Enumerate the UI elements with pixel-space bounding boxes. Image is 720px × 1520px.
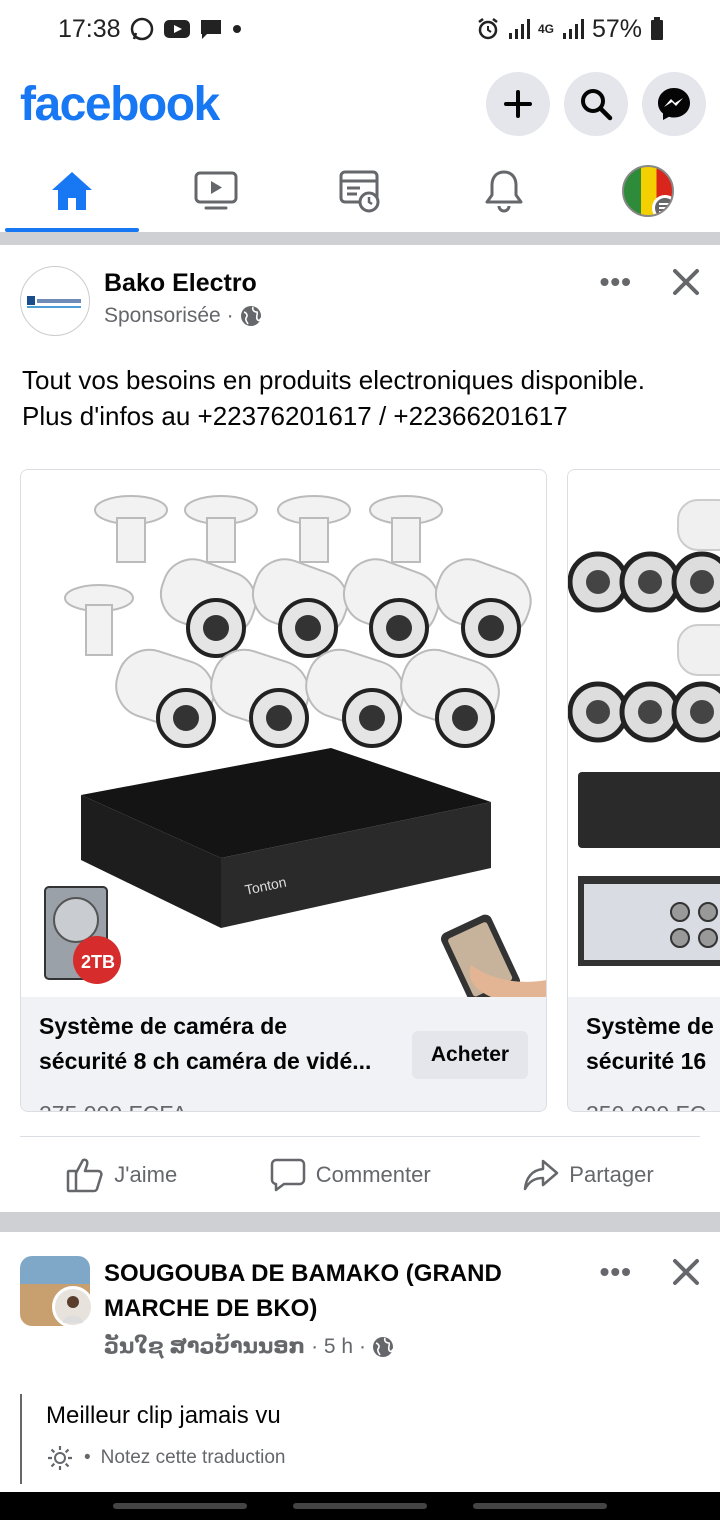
sponsored-label: Sponsorisée · [104, 304, 234, 327]
menu-icon [652, 195, 672, 215]
product-2-price: 350 000 FC [586, 1101, 706, 1111]
signal-icon [508, 18, 530, 40]
product-card-2-footer: Système de sécurité 16 350 000 FC [568, 997, 720, 1111]
signal-2-icon [562, 18, 584, 40]
close-icon[interactable] [672, 1258, 700, 1286]
search-icon [581, 89, 613, 121]
close-icon[interactable] [672, 268, 700, 296]
post-text-line-1: Tout vos besoins en produits electroniqu… [22, 365, 645, 395]
feed-divider-2 [0, 1212, 720, 1232]
share-icon [524, 1159, 559, 1190]
globe-icon [240, 306, 262, 326]
product-2-title-line-2: sécurité 16 [586, 1048, 707, 1074]
watch-icon [194, 171, 238, 210]
share-label: Partager [569, 1161, 654, 1187]
comment-icon [270, 1158, 306, 1191]
feed-divider [0, 232, 720, 245]
clock: 17:38 [58, 14, 121, 43]
comment-label: Commenter [315, 1161, 431, 1187]
tab-watch[interactable] [144, 150, 288, 232]
tab-notifications[interactable] [432, 150, 576, 232]
buy-button[interactable]: Acheter [412, 1031, 528, 1079]
rate-translation[interactable]: • Notez cette traduction [46, 1444, 700, 1472]
whatsapp-icon [129, 16, 155, 42]
product-card-2[interactable]: Système de sécurité 16 350 000 FC [567, 469, 720, 1112]
globe-icon [372, 1336, 394, 1357]
tab-feeds[interactable] [288, 150, 432, 232]
post-2-header: SOUGOUBA DE BAMAKO (GRAND MARCHE DE BKO)… [20, 1256, 700, 1359]
message-icon [199, 17, 223, 41]
post-header: Bako Electro Sponsorisée · ••• [20, 266, 700, 336]
product-price: 275 000 FCFA [39, 1101, 187, 1111]
product-2-title: Système de sécurité 16 [586, 1009, 714, 1079]
messenger-button[interactable] [642, 72, 706, 136]
post-time[interactable]: · 5 h · [311, 1335, 366, 1359]
main-nav [0, 150, 720, 232]
product-image-1[interactable]: Tonton 2TB [21, 470, 546, 1006]
gear-icon [48, 1446, 72, 1470]
post-2-content: Meilleur clip jamais vu • Notez cette tr… [20, 1394, 700, 1484]
feeds-icon [339, 170, 380, 213]
hdd-badge: 2TB [81, 952, 115, 972]
comment-button[interactable]: Commenter [270, 1158, 431, 1192]
plus-icon [504, 90, 532, 118]
post-2-text: Meilleur clip jamais vu [46, 1402, 281, 1429]
notification-dot-icon [231, 23, 243, 35]
user-avatar [52, 1286, 94, 1328]
like-label: J'aime [114, 1161, 178, 1187]
group-name[interactable]: SOUGOUBA DE BAMAKO (GRAND MARCHE DE BKO) [104, 1256, 544, 1326]
translation-dot: • [84, 1447, 91, 1468]
system-nav-bar [0, 1492, 720, 1520]
author-name[interactable]: ວັນໃຊ ສາວບ້ານນອກ [104, 1334, 305, 1359]
search-button[interactable] [564, 72, 628, 136]
home-icon [52, 172, 92, 210]
page-avatar[interactable] [20, 266, 90, 336]
page-name[interactable]: Bako Electro [104, 266, 262, 300]
nav-back[interactable] [473, 1503, 607, 1509]
facebook-logo[interactable]: facebook [20, 77, 220, 132]
post-text: Tout vos besoins en produits electroniqu… [22, 362, 712, 434]
group-avatar[interactable] [20, 1256, 94, 1330]
alarm-icon [476, 17, 500, 41]
app-header: facebook [0, 66, 720, 142]
battery-percent: 57% [591, 14, 642, 43]
more-options-icon[interactable]: ••• [600, 266, 632, 298]
youtube-icon [163, 18, 191, 40]
create-button[interactable] [486, 72, 550, 136]
post-action-bar: J'aime Commenter Partager [20, 1136, 700, 1212]
product-card-1[interactable]: Tonton 2TB Système de caméra de sécurité… [20, 469, 547, 1112]
product-title-line-1: Système de caméra de [39, 1013, 288, 1039]
product-2-title-line-1: Système de [586, 1013, 714, 1039]
messenger-icon [658, 88, 690, 120]
cctv-kit-16-image [568, 499, 720, 966]
nav-home[interactable] [293, 1503, 427, 1509]
more-options-icon[interactable]: ••• [600, 1256, 632, 1288]
post-text-line-2: Plus d'infos au +22376201617 / +22366201… [22, 401, 568, 431]
share-button[interactable]: Partager [523, 1158, 654, 1192]
nav-recents[interactable] [113, 1503, 247, 1509]
product-image-2[interactable] [568, 470, 720, 997]
status-bar: 17:38 4G 57% [0, 0, 720, 58]
profile-avatar [622, 165, 674, 217]
battery-icon [650, 17, 664, 41]
tab-home[interactable] [0, 150, 144, 232]
product-title: Système de caméra de sécurité 8 ch camér… [39, 1009, 371, 1079]
like-button[interactable]: J'aime [66, 1157, 177, 1193]
tab-menu[interactable] [576, 150, 720, 232]
product-title-line-2: sécurité 8 ch caméra de vidé... [39, 1048, 372, 1074]
bell-icon [485, 170, 523, 213]
cctv-kit-image: Tonton 2TB [44, 495, 546, 1006]
network-type: 4G [537, 22, 554, 36]
bako-electro-logo [27, 296, 81, 308]
translation-label: Notez cette traduction [100, 1447, 286, 1468]
thumbs-up-icon [67, 1158, 103, 1192]
product-card-footer: Système de caméra de sécurité 8 ch camér… [21, 997, 546, 1111]
